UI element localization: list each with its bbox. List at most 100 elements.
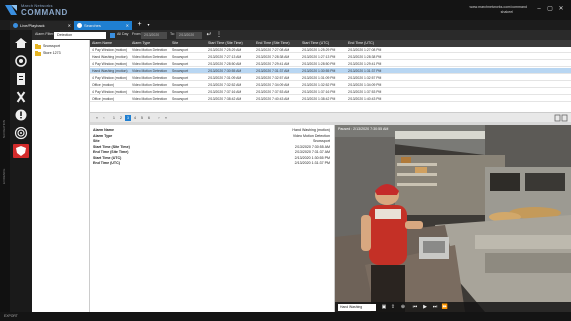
folder-icon [35, 50, 41, 56]
home-icon[interactable] [13, 36, 29, 50]
table-row[interactable]: Hand Washing (motion) Video Motion Detect… [90, 54, 571, 60]
table-cell: Video Motion Detection [132, 97, 167, 101]
navigation-label[interactable]: NAVIGATION [2, 110, 8, 138]
tab-searches[interactable]: Searches ✕ [74, 21, 132, 30]
pager: « ‹ 123456 › » [90, 112, 571, 122]
table-row[interactable]: 4 Pay Window (motion) Video Motion Detect… [90, 61, 571, 67]
table-cell: Snowsport [172, 55, 189, 59]
table-cell: Snowsport [172, 76, 189, 80]
table-row[interactable]: Hand Washing (motion) Video Motion Detect… [90, 68, 571, 74]
tree-item-store[interactable]: Store 1273 [35, 50, 61, 56]
search-toolbar: Alarm Filter: Detection All Day From: 2/… [32, 30, 571, 40]
export-video-icon[interactable]: ⇪ [389, 303, 397, 311]
close-icon[interactable]: ✕ [557, 5, 565, 13]
filter-options-icon[interactable]: ⋮ [215, 31, 223, 39]
zoom-icon[interactable]: ⊕ [399, 303, 407, 311]
all-day-checkbox[interactable] [110, 32, 115, 38]
minimize-icon[interactable]: – [535, 5, 543, 13]
column-header[interactable]: Alarm Type [130, 40, 170, 47]
maximize-icon[interactable]: ▢ [546, 5, 554, 13]
snapshot-icon[interactable]: ▣ [380, 303, 388, 311]
prev-page-icon[interactable]: ‹ [101, 115, 107, 121]
table-cell: 2/13/2020 7:28:50 AM [208, 62, 242, 66]
brand-title: COMMAND [21, 8, 68, 17]
tab-dropdown-icon[interactable]: ▾ [145, 21, 152, 29]
table-cell: 2/13/2020 1:25:29 PM [302, 48, 336, 52]
table-cell: 2/13/2020 7:40:43 AM [256, 97, 290, 101]
alarm-filter-label: Alarm Filter: [35, 32, 55, 36]
table-row[interactable]: Office (motion) Video Motion Detection Sno… [90, 82, 571, 88]
from-date-input[interactable]: 2/13/2020 [141, 31, 167, 39]
alarm-shield-icon[interactable] [13, 144, 29, 158]
detail-label: Alarm Name [93, 128, 114, 132]
table-cell: Snowsport [172, 48, 189, 52]
table-cell: Video Motion Detection [132, 55, 167, 59]
table-cell: 2/13/2020 7:29:41 AM [256, 62, 290, 66]
column-header[interactable]: End Time (Site Time) [254, 40, 300, 47]
play-icon[interactable]: ▶ [421, 303, 429, 311]
document-icon[interactable] [13, 72, 29, 86]
column-header[interactable]: End Time (UTC) [346, 40, 406, 47]
table-cell: Video Motion Detection [132, 69, 167, 73]
live-icon [13, 23, 18, 28]
export-icon[interactable] [554, 114, 568, 122]
table-cell: 2/13/2020 7:31:37 AM [256, 69, 290, 73]
page-number[interactable]: 3 [125, 115, 131, 121]
detail-label: Start Time (UTC) [93, 155, 122, 160]
alarm-filter-select[interactable]: Detection [54, 31, 106, 39]
tree-item-label: Snowsport [43, 44, 60, 48]
first-page-icon[interactable]: « [94, 115, 100, 121]
page-number[interactable]: 2 [118, 115, 124, 121]
fast-forward-icon[interactable]: ⏩ [441, 303, 449, 311]
table-row[interactable]: 4 Pay Window (motion) Video Motion Detect… [90, 75, 571, 81]
table-cell: Video Motion Detection [132, 48, 167, 52]
next-page-icon[interactable]: › [156, 115, 162, 121]
column-header[interactable]: Alarm Name [90, 40, 130, 47]
table-row[interactable]: 4 Pay Window (motion) Video Motion Detect… [90, 47, 571, 53]
page-number[interactable]: 5 [139, 115, 145, 121]
last-page-icon[interactable]: » [163, 115, 169, 121]
table-cell: 2/13/2020 7:28:38 AM [256, 55, 290, 59]
skip-forward-icon[interactable]: ⏭ [431, 303, 439, 311]
tab-live-playback[interactable]: Live/Playback ✕ [10, 21, 74, 30]
detail-value: Snowsport [313, 139, 330, 143]
alert-icon[interactable] [13, 108, 29, 122]
column-header[interactable]: Start Time (UTC) [300, 40, 346, 47]
detail-value: Video Motion Detection [292, 133, 330, 138]
page-number[interactable]: 4 [132, 115, 138, 121]
to-date-input[interactable]: 2/13/2020 [176, 31, 202, 39]
left-rail: NAVIGATION EVIDENCE [0, 30, 10, 321]
evidence-label[interactable]: EVIDENCE [2, 162, 8, 184]
detail-label: Site [93, 139, 100, 143]
page-number[interactable]: 1 [111, 115, 117, 121]
table-cell: 2/13/2020 1:40:43 PM [348, 97, 382, 101]
table-cell: 2/13/2020 1:34:09 PM [348, 83, 382, 87]
detail-value: 2/13/2020 1:30:55 PM [294, 155, 330, 160]
tree-item-snowsport[interactable]: Snowsport [35, 43, 60, 49]
table-cell: Snowsport [172, 90, 189, 94]
server-url: www.marchnetworks.com/command [469, 5, 527, 9]
camera-icon[interactable] [13, 54, 29, 68]
search-go-icon[interactable]: ↵ [205, 31, 213, 39]
table-row[interactable]: Office (motion) Video Motion Detection Sno… [90, 96, 571, 102]
table-cell: Office (motion) [92, 97, 115, 101]
video-player[interactable]: Paused : 2/13/2020 7:30:55 AM Hand Washi… [335, 125, 571, 312]
column-header[interactable]: Start Time (Site Time) [206, 40, 254, 47]
table-row[interactable]: 4 Pay Window (motion) Video Motion Detect… [90, 89, 571, 95]
detail-label: Alarm Type [93, 133, 113, 138]
add-tab-button[interactable]: + [136, 21, 143, 29]
export-label[interactable]: EXPORT [4, 314, 18, 318]
detail-value: 2/13/2020 7:31:37 AM [294, 150, 330, 154]
tools-icon[interactable] [13, 90, 29, 104]
camera-select[interactable]: Hand Washing [338, 303, 376, 311]
target-icon[interactable] [13, 126, 29, 140]
page-number[interactable]: 6 [146, 115, 152, 121]
table-cell: 4 Pay Window (motion) [92, 90, 128, 94]
table-cell: 2/13/2020 7:32:57 AM [256, 76, 290, 80]
close-tab-icon[interactable]: ✕ [126, 21, 129, 30]
table-cell: 2/13/2020 7:30:55 AM [208, 69, 242, 73]
skip-back-icon[interactable]: ⏮ [411, 303, 419, 311]
close-tab-icon[interactable]: ✕ [68, 21, 71, 30]
table-cell: 2/13/2020 7:27:08 AM [256, 48, 290, 52]
column-header[interactable]: Site [170, 40, 206, 47]
